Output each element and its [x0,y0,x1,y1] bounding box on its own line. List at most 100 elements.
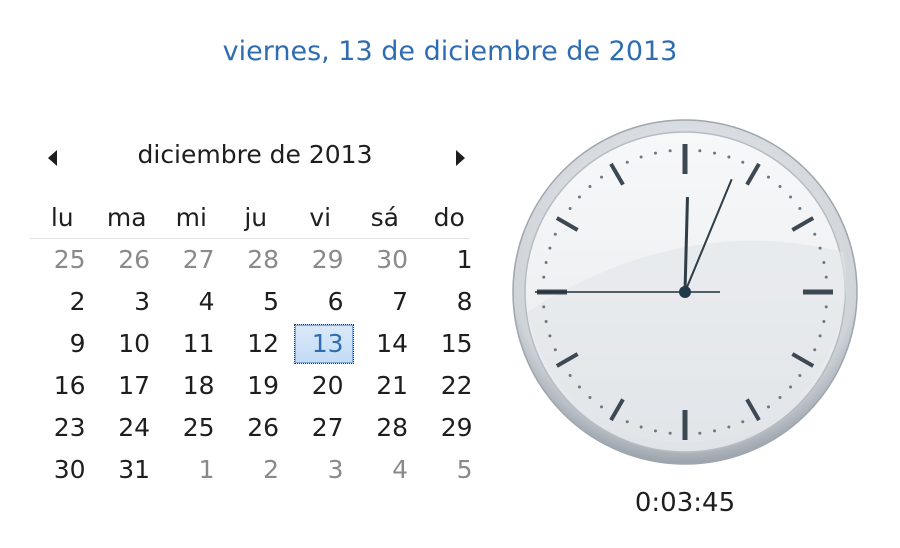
minute-dot [824,275,828,279]
minute-dot [766,405,770,409]
calendar-day[interactable]: 3 [288,449,353,491]
weekday-label: lu [50,203,74,232]
calendar-day[interactable]: 6 [288,281,353,323]
analog-clock [512,119,858,465]
minute-dot [727,425,731,429]
minute-dot [639,425,643,429]
calendar-week-row: 9 10 11 12 13 14 15 [30,323,473,365]
calendar-day[interactable]: 17 [95,365,160,407]
minute-dot [818,246,822,250]
calendar-grid: lu ma mi ju vi sá do 25 26 27 28 29 30 1 2 3 4 5 6 7 8 9 10 11… [30,198,473,491]
minute-dot [639,155,643,159]
calendar-day[interactable]: 11 [159,323,224,365]
minute-dot [553,348,557,352]
calendar-day[interactable]: 15 [417,323,482,365]
calendar-day[interactable]: 18 [159,365,224,407]
calendar-day[interactable]: 29 [417,407,482,449]
triangle-right-icon [455,150,465,166]
minute-dot [625,160,629,164]
calendar-day[interactable]: 8 [417,281,482,323]
calendar-day[interactable]: 20 [288,365,353,407]
calendar-day[interactable]: 27 [159,239,224,281]
calendar-day[interactable]: 4 [353,449,418,491]
minute-dot [727,155,731,159]
weekday-label: sá [370,203,399,232]
minute-dot [818,334,822,338]
calendar-day[interactable]: 24 [95,407,160,449]
minute-dot [577,385,581,389]
calendar-day[interactable]: 29 [288,239,353,281]
calendar-day[interactable]: 1 [159,449,224,491]
calendar-day[interactable]: 21 [353,365,418,407]
minute-dot [544,260,548,264]
calendar-day[interactable]: 7 [353,281,418,323]
minute-dot [713,429,717,433]
minute-dot [653,151,657,155]
minute-dot [668,149,672,153]
minute-dot [588,184,592,188]
calendar-day[interactable]: 9 [30,323,95,365]
calendar-day-today[interactable]: 13 [288,323,353,365]
minute-dot [600,405,604,409]
clock-center-cap [679,286,691,298]
weekday-label: mi [175,203,207,232]
calendar-day[interactable]: 30 [353,239,418,281]
digital-time: 0:03:45 [634,488,736,518]
month-title[interactable]: diciembre de 2013 [95,140,415,169]
calendar-day[interactable]: 10 [95,323,160,365]
triangle-left-icon [47,150,57,166]
calendar-day[interactable]: 5 [224,281,289,323]
calendar-day[interactable]: 30 [30,449,95,491]
previous-month-button[interactable] [40,146,64,170]
minute-dot [588,396,592,400]
minute-dot [741,420,745,424]
minute-dot [766,175,770,179]
calendar-day[interactable]: 31 [95,449,160,491]
minute-dot [668,431,672,435]
calendar-day[interactable]: 16 [30,365,95,407]
minute-dot [741,160,745,164]
minute-dot [813,348,817,352]
minute-dot [542,305,546,309]
calendar-day[interactable]: 25 [30,239,95,281]
minute-dot [698,149,702,153]
full-date-link[interactable]: viernes, 13 de diciembre de 2013 [0,36,900,67]
calendar-body: 25 26 27 28 29 30 1 2 3 4 5 6 7 8 9 10 11 12 13 14 15 16 17 18 1… [30,239,473,491]
calendar-day[interactable]: 12 [224,323,289,365]
next-month-button[interactable] [448,146,472,170]
minute-dot [713,151,717,155]
minute-dot [542,275,546,279]
calendar-day[interactable]: 4 [159,281,224,323]
minute-dot [798,207,802,211]
minute-dot [698,431,702,435]
calendar-day[interactable]: 22 [417,365,482,407]
weekday-label: do [433,203,465,232]
weekday-label: ju [244,203,268,232]
calendar-day[interactable]: 2 [30,281,95,323]
calendar-week-row: 30 31 1 2 3 4 5 [30,449,473,491]
calendar-week-row: 2345678 [30,281,473,323]
minute-dot [568,373,572,377]
calendar-day[interactable]: 1 [417,239,482,281]
calendar-day[interactable]: 19 [224,365,289,407]
minute-dot [568,207,572,211]
weekday-label: vi [309,203,332,232]
minute-dot [553,232,557,236]
minute-dot [798,373,802,377]
minute-dot [824,305,828,309]
calendar-day[interactable]: 23 [30,407,95,449]
minute-dot [544,320,548,324]
calendar-day[interactable]: 14 [353,323,418,365]
calendar-day[interactable]: 5 [417,449,482,491]
calendar-day[interactable]: 26 [95,239,160,281]
calendar-day[interactable]: 26 [224,407,289,449]
calendar-day[interactable]: 25 [159,407,224,449]
calendar-day[interactable]: 27 [288,407,353,449]
calendar-day[interactable]: 28 [224,239,289,281]
minute-dot [822,260,826,264]
calendar-day[interactable]: 2 [224,449,289,491]
calendar-week-row: 16 17 18 19 20 21 22 [30,365,473,407]
minute-dot [548,334,552,338]
calendar-day[interactable]: 3 [95,281,160,323]
calendar-day[interactable]: 28 [353,407,418,449]
